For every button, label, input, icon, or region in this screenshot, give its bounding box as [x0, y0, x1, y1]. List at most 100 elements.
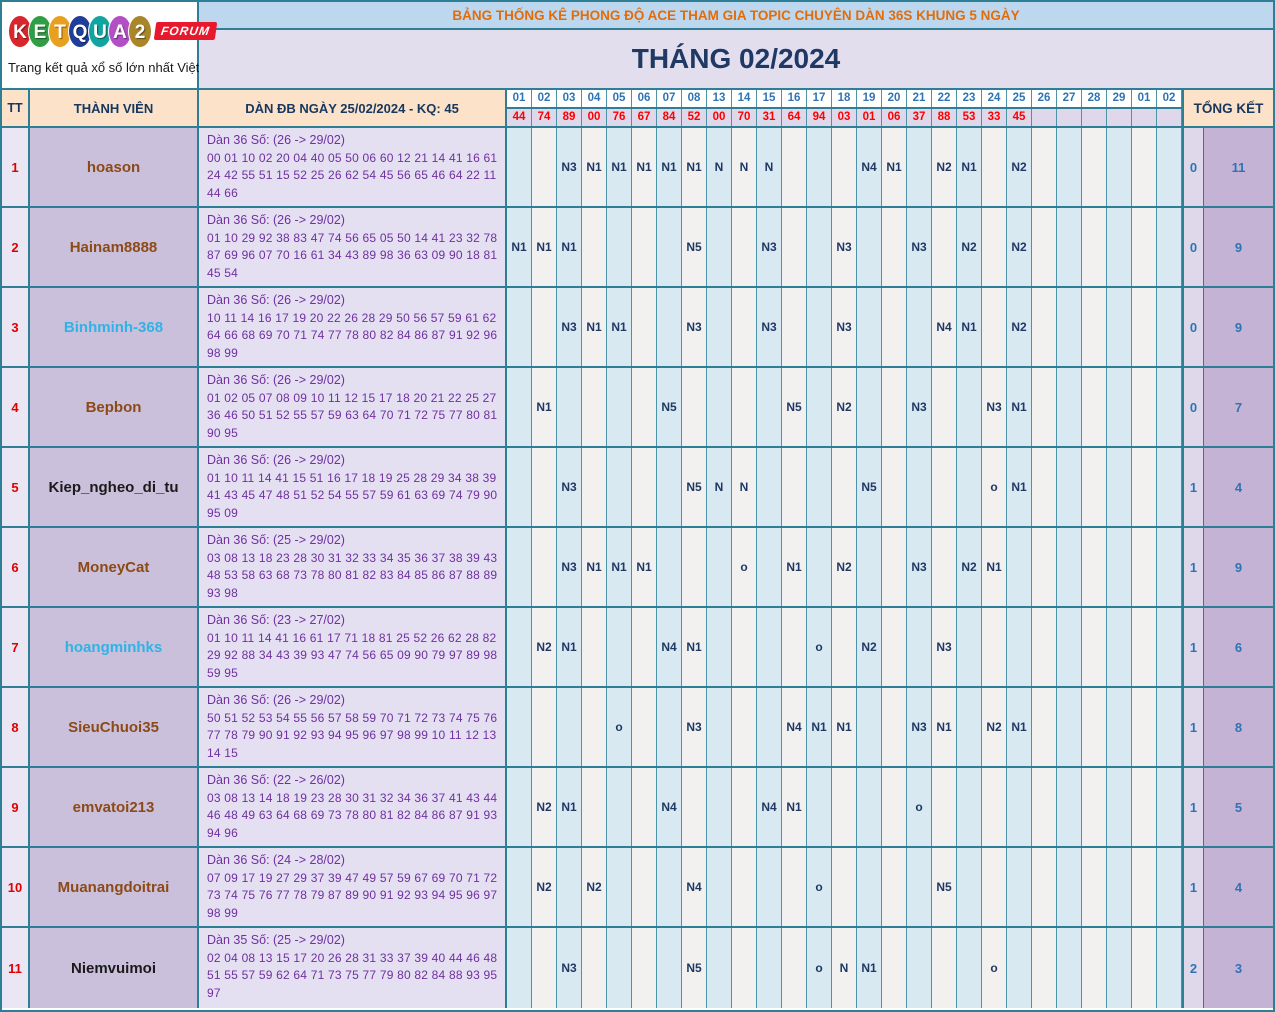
- day-mark-cell: [557, 848, 582, 926]
- day-mark-cell: [1082, 688, 1107, 766]
- day-number-cell: 17: [807, 90, 832, 107]
- rank-cell: 7: [2, 608, 30, 686]
- day-mark-cell: N: [732, 128, 757, 206]
- day-mark-cell: [882, 768, 907, 846]
- dan-cell: Dàn 36 Số: (25 -> 29/02) 03 08 13 18 23 …: [199, 528, 507, 606]
- total-second-cell: 7: [1204, 368, 1273, 446]
- day-mark-cell: [1107, 768, 1132, 846]
- day-number-cell: 28: [1082, 90, 1107, 107]
- day-mark-cell: [707, 608, 732, 686]
- day-mark-cell: N3: [682, 288, 707, 366]
- rank-cell: 10: [2, 848, 30, 926]
- day-mark-cell: [882, 848, 907, 926]
- day-mark-cell: [1057, 688, 1082, 766]
- day-mark-cell: [1032, 848, 1057, 926]
- day-result-cell: [1132, 109, 1157, 126]
- total-first-cell: 1: [1182, 608, 1204, 686]
- day-mark-cell: [1132, 528, 1157, 606]
- member-name: hoason: [30, 128, 199, 206]
- day-result-cell: [1157, 109, 1182, 126]
- day-mark-cell: [632, 288, 657, 366]
- member-name: Kiep_ngheo_di_tu: [30, 448, 199, 526]
- day-mark-cell: [1107, 368, 1132, 446]
- day-number-cell: 03: [557, 90, 582, 107]
- rank-cell: 3: [2, 288, 30, 366]
- day-result-cell: 64: [782, 109, 807, 126]
- day-number-cell: 25: [1007, 90, 1032, 107]
- day-mark-cell: N2: [957, 208, 982, 286]
- rank-cell: 6: [2, 528, 30, 606]
- day-mark-cell: N3: [907, 688, 932, 766]
- day-mark-cell: [1157, 608, 1182, 686]
- day-mark-cell: [1007, 848, 1032, 926]
- day-mark-cell: [1082, 448, 1107, 526]
- dan-numbers: 01 02 05 07 08 09 10 11 12 15 17 18 20 2…: [207, 390, 498, 440]
- day-mark-cell: N2: [532, 848, 557, 926]
- day-mark-cell: [557, 688, 582, 766]
- day-mark-cell: [1007, 928, 1032, 1008]
- dan-cell: Dàn 36 Số: (26 -> 29/02) 10 11 14 16 17 …: [199, 288, 507, 366]
- day-mark-cell: [1032, 608, 1057, 686]
- day-mark-cell: [1082, 848, 1107, 926]
- day-mark-cell: [1107, 688, 1132, 766]
- header-tt: TT: [2, 90, 30, 126]
- day-result-cell: 03: [832, 109, 857, 126]
- rank-cell: 8: [2, 688, 30, 766]
- day-result-cell: 89: [557, 109, 582, 126]
- day-mark-cell: [832, 448, 857, 526]
- day-mark-cell: [807, 528, 832, 606]
- rank-cell: 4: [2, 368, 30, 446]
- day-mark-cell: [757, 608, 782, 686]
- day-mark-cell: N1: [557, 608, 582, 686]
- day-mark-cell: [757, 448, 782, 526]
- day-mark-cell: N3: [907, 368, 932, 446]
- day-mark-cell: [757, 848, 782, 926]
- day-mark-cell: N1: [607, 288, 632, 366]
- day-mark-cell: [807, 768, 832, 846]
- day-mark-cell: [632, 368, 657, 446]
- total-first-cell: 0: [1182, 128, 1204, 206]
- day-mark-cell: [507, 688, 532, 766]
- day-marks-row: N1 N5 N5 N2 N3 N3 N1: [507, 368, 1182, 446]
- day-marks-row: N2 N2 N4 o N5: [507, 848, 1182, 926]
- day-mark-cell: [1057, 448, 1082, 526]
- day-mark-cell: N1: [982, 528, 1007, 606]
- day-result-cell: 06: [882, 109, 907, 126]
- dan-numbers: 50 51 52 53 54 55 56 57 58 59 70 71 72 7…: [207, 710, 498, 760]
- dan-cell: Dàn 36 Số: (26 -> 29/02) 01 10 29 92 38 …: [199, 208, 507, 286]
- day-mark-cell: [1132, 368, 1157, 446]
- day-result-cell: 44: [507, 109, 532, 126]
- day-mark-cell: [1107, 448, 1132, 526]
- day-marks-row: N2 N1 N4 N1 o N2 N3: [507, 608, 1182, 686]
- table-row: 10 Muanangdoitrai Dàn 36 Số: (24 -> 28/0…: [2, 848, 1273, 928]
- total-second-cell: 8: [1204, 688, 1273, 766]
- day-mark-cell: N3: [832, 208, 857, 286]
- day-mark-cell: N2: [832, 528, 857, 606]
- day-mark-cell: [732, 848, 757, 926]
- day-mark-cell: [932, 528, 957, 606]
- day-mark-cell: [757, 688, 782, 766]
- day-number-cell: 06: [632, 90, 657, 107]
- day-mark-cell: [882, 448, 907, 526]
- total-second-cell: 9: [1204, 528, 1273, 606]
- day-mark-cell: N1: [507, 208, 532, 286]
- day-mark-cell: N1: [1007, 368, 1032, 446]
- day-mark-cell: N2: [1007, 128, 1032, 206]
- day-mark-cell: [532, 288, 557, 366]
- logo-letter: 2: [128, 14, 152, 48]
- member-name: Niemvuimoi: [30, 928, 199, 1008]
- day-mark-cell: [1157, 848, 1182, 926]
- ketqua2-logo: KETQUA2 FORUM Trang kết quả xổ số lớn nh…: [2, 2, 230, 88]
- day-mark-cell: [582, 208, 607, 286]
- day-mark-cell: [932, 928, 957, 1008]
- day-mark-cell: [582, 928, 607, 1008]
- day-mark-cell: [607, 368, 632, 446]
- day-mark-cell: [607, 608, 632, 686]
- day-mark-cell: [1157, 448, 1182, 526]
- day-mark-cell: [1157, 528, 1182, 606]
- day-mark-cell: [907, 448, 932, 526]
- day-mark-cell: [807, 208, 832, 286]
- day-mark-cell: [732, 208, 757, 286]
- total-second-cell: 3: [1204, 928, 1273, 1008]
- day-mark-cell: [532, 128, 557, 206]
